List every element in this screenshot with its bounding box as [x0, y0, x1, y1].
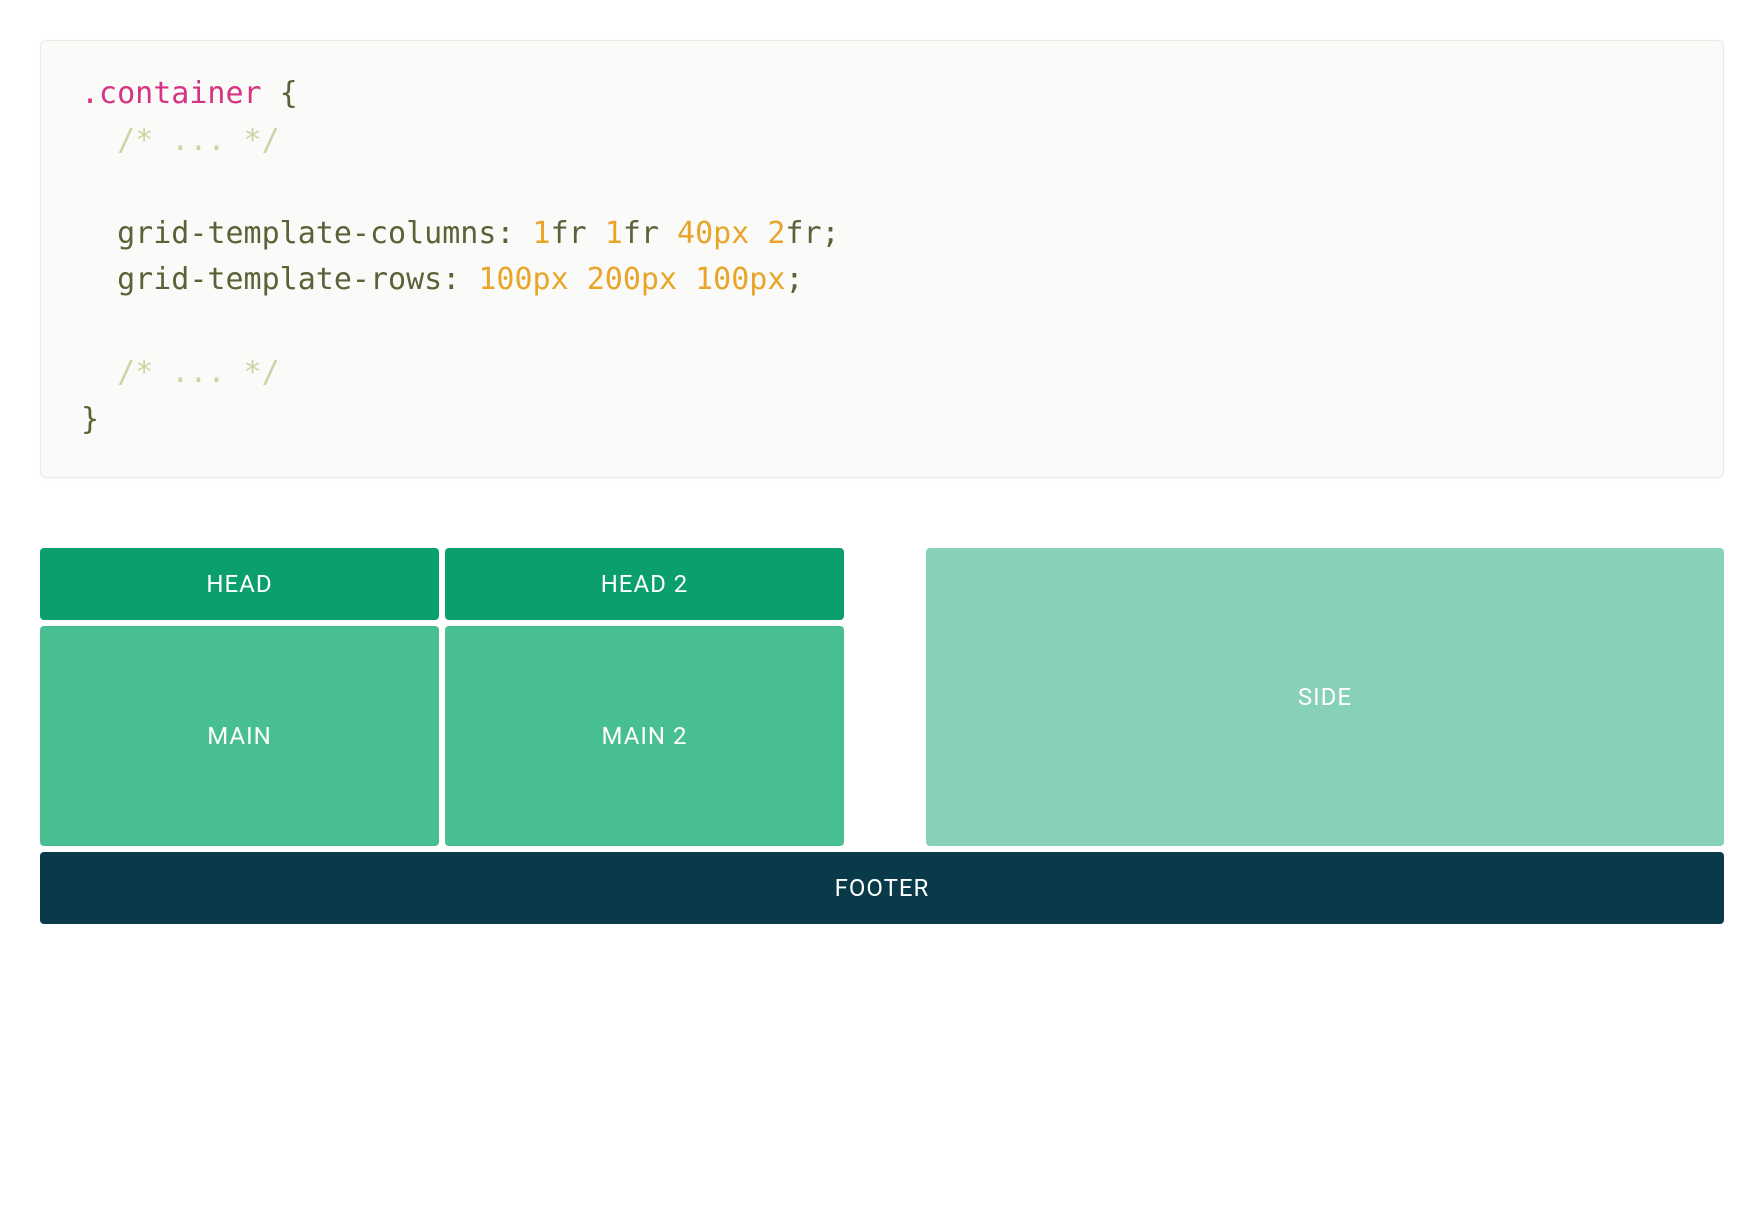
grid-cell-head-1: HEAD — [40, 548, 439, 620]
code-indent — [81, 355, 117, 390]
code-rows-n2: 200px — [587, 262, 695, 297]
grid-demo: HEAD HEAD 2 MAIN MAIN 2 SIDE FOOTER — [40, 548, 1724, 924]
code-indent — [81, 262, 117, 297]
code-indent — [81, 123, 117, 158]
grid-cell-side: SIDE — [926, 548, 1724, 846]
code-rows-n3: 100px — [695, 262, 785, 297]
code-cols-n4: 2 — [767, 216, 785, 251]
code-cols-n3: 40px — [677, 216, 767, 251]
code-comment-2: /* ... */ — [117, 355, 280, 390]
code-prop-rows: grid-template-rows — [117, 262, 442, 297]
code-cols-u1: fr — [551, 216, 605, 251]
code-selector: .container — [81, 76, 262, 111]
code-comment-1: /* ... */ — [117, 123, 280, 158]
code-cols-u4: fr — [785, 216, 821, 251]
code-block: .container { /* ... */ grid-template-col… — [40, 40, 1724, 478]
grid-cell-head-2: HEAD 2 — [445, 548, 844, 620]
code-prop-cols: grid-template-columns — [117, 216, 496, 251]
code-colon: : — [442, 262, 478, 297]
code-brace-close: } — [81, 402, 99, 437]
grid-cell-main-1: MAIN — [40, 626, 439, 846]
code-colon: : — [496, 216, 532, 251]
code-brace-open: { — [262, 76, 298, 111]
code-indent — [81, 216, 117, 251]
code-rows-n1: 100px — [478, 262, 586, 297]
code-semicolon: ; — [822, 216, 840, 251]
code-cols-u2: fr — [623, 216, 677, 251]
code-cols-n1: 1 — [533, 216, 551, 251]
grid-cell-main-2: MAIN 2 — [445, 626, 844, 846]
code-cols-n2: 1 — [605, 216, 623, 251]
grid-cell-footer: FOOTER — [40, 852, 1724, 924]
code-semicolon: ; — [785, 262, 803, 297]
